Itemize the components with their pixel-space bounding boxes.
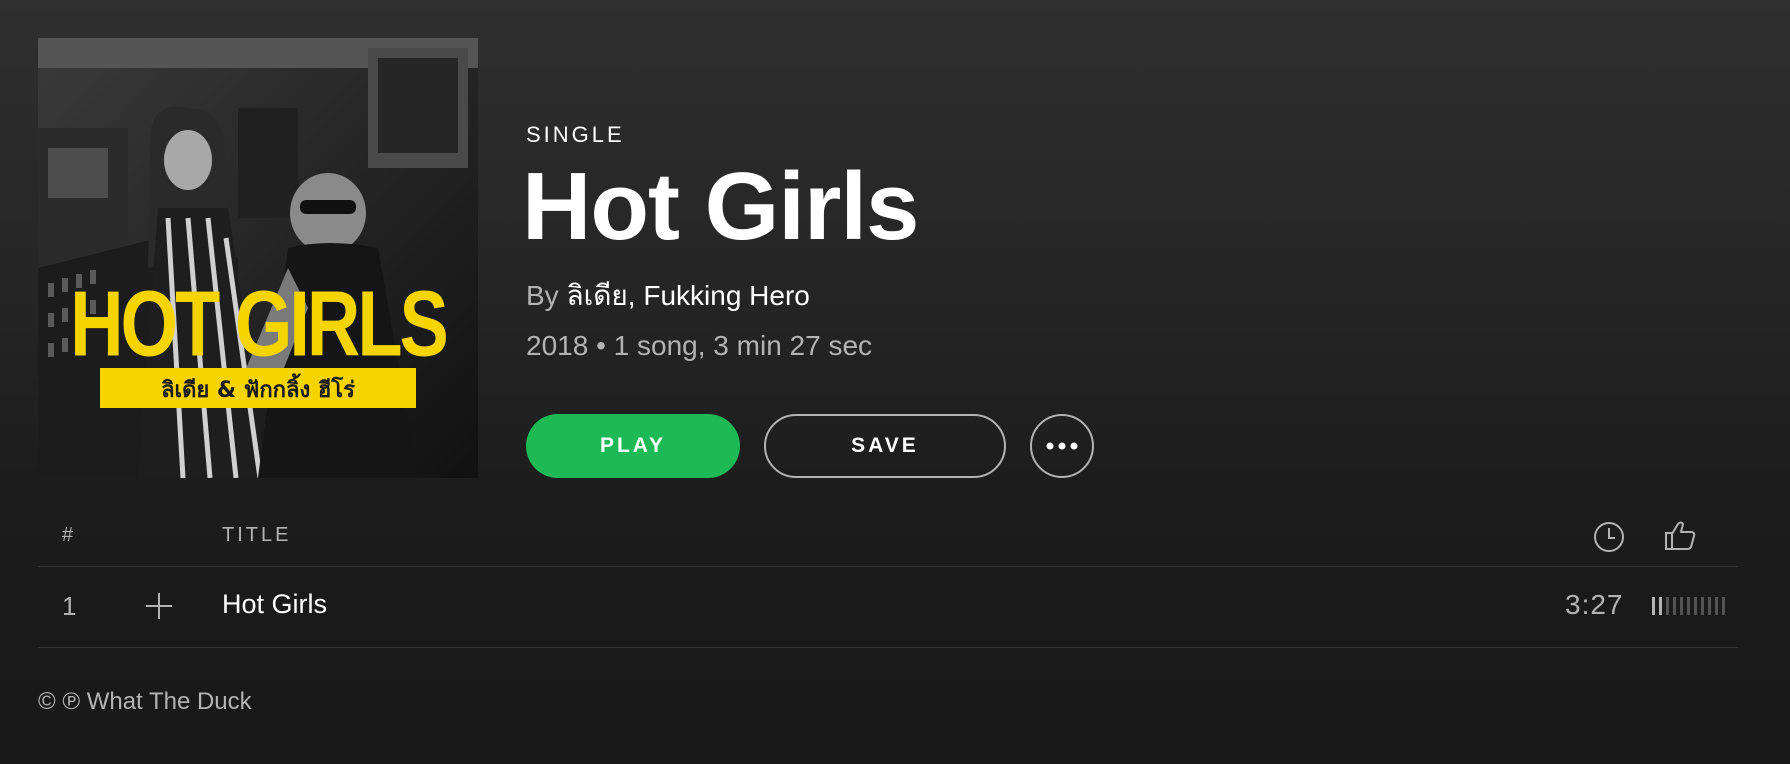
artist-link-1[interactable]: ลิเดีย: [566, 280, 627, 311]
more-horizontal-icon: [1046, 442, 1078, 450]
album-cover-art: HOT GIRLS ลิเดีย & ฟักกลิ้ง ฮีโร่: [38, 38, 478, 478]
album-type-label: SINGLE: [526, 122, 625, 147]
popularity-tick: [1694, 597, 1697, 615]
cover-subtitle-text: ลิเดีย & ฟักกลิ้ง ฮีโร่: [161, 373, 355, 403]
header-title: TITLE: [222, 524, 292, 546]
plus-icon[interactable]: [144, 591, 174, 621]
meta-separator: •: [588, 330, 614, 361]
track-title[interactable]: Hot Girls: [222, 589, 327, 620]
popularity-tick: [1708, 597, 1711, 615]
clock-icon: [1594, 522, 1624, 552]
cover-title-text: HOT GIRLS: [70, 272, 446, 376]
popularity-tick: [1680, 597, 1683, 615]
album-actions: PLAY SAVE: [526, 414, 1094, 478]
album-summary: 1 song, 3 min 27 sec: [613, 330, 873, 361]
play-button[interactable]: PLAY: [526, 414, 740, 478]
track-row[interactable]: 1 Hot Girls 3:27: [38, 567, 1738, 648]
album-year: 2018: [526, 330, 589, 361]
popularity-tick: [1659, 597, 1662, 615]
popularity-tick: [1687, 597, 1690, 615]
save-button[interactable]: SAVE: [764, 414, 1006, 478]
more-options-button[interactable]: [1030, 414, 1094, 478]
popularity-tick: [1715, 597, 1718, 615]
popularity-tick: [1673, 597, 1676, 615]
popularity-tick: [1666, 597, 1669, 615]
popularity-bar: [1652, 597, 1725, 615]
album-page: HOT GIRLS ลิเดีย & ฟักกลิ้ง ฮีโร่ SINGLE…: [0, 0, 1790, 764]
track-list: # TITLE 1 Hot Girls 3:27: [38, 512, 1738, 648]
header-number: #: [62, 524, 77, 546]
album-byline: By ลิเดีย, Fukking Hero: [526, 278, 1726, 314]
artist-link-2[interactable]: Fukking Hero: [643, 280, 810, 311]
track-list-header: # TITLE: [38, 512, 1738, 567]
artist-separator: ,: [627, 280, 644, 311]
popularity-tick: [1652, 597, 1655, 615]
by-prefix: By: [526, 280, 567, 311]
popularity-tick: [1701, 597, 1704, 615]
thumbs-up-icon: [1665, 521, 1696, 550]
copyright-text: © ℗ What The Duck: [38, 688, 252, 715]
popularity-tick: [1722, 597, 1725, 615]
track-duration: 3:27: [1565, 589, 1624, 620]
album-info: SINGLE Hot Girls By ลิเดีย, Fukking Hero…: [522, 120, 1726, 364]
track-number: 1: [62, 591, 77, 621]
album-meta: 2018 • 1 song, 3 min 27 sec: [526, 328, 1726, 364]
album-title: Hot Girls: [522, 153, 919, 260]
